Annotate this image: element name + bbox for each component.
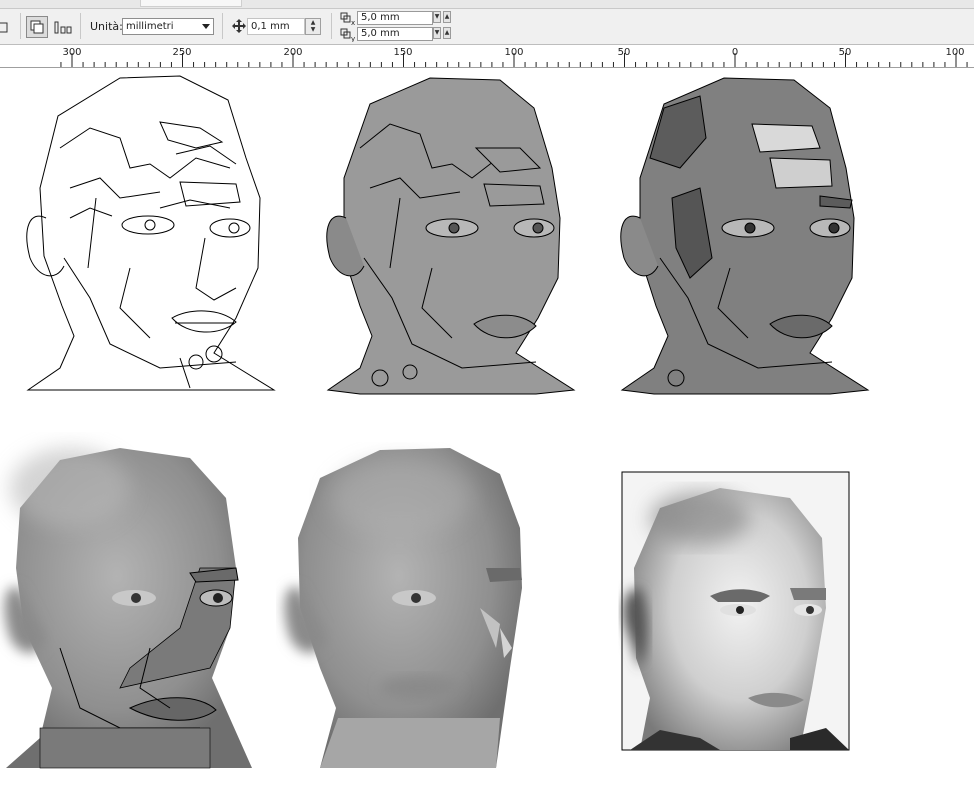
rectangle-icon[interactable] [0, 17, 14, 37]
property-bar: Unità: millimetri 0,1 mm ▲ ▼ x 5,0 mm ▼ … [0, 9, 974, 45]
align-icon[interactable] [52, 17, 76, 37]
units-label: Unità: [90, 20, 123, 33]
drawing-canvas[interactable] [0, 68, 974, 801]
duplicate-x-icon: x [340, 12, 356, 27]
ruler-label: 150 [393, 47, 413, 58]
separator [222, 13, 223, 39]
duplicate-y-label: y [351, 35, 355, 42]
face-partial-blend-panel[interactable] [4, 448, 252, 769]
face-tonal-fill-panel[interactable] [620, 77, 870, 395]
dropdown-arrow-icon [202, 24, 210, 29]
horizontal-ruler[interactable]: 300 250 200 150 100 50 0 50 100 [0, 45, 974, 68]
separator [20, 13, 21, 39]
duplicate-y-icon: y [340, 28, 356, 43]
ruler-label: 50 [617, 47, 631, 58]
ruler-label: 300 [62, 47, 82, 58]
duplicate-x-label: x [351, 19, 355, 26]
ruler-ticks [60, 53, 968, 67]
nudge-icon [231, 18, 247, 37]
separator [80, 13, 81, 39]
ruler-label: 100 [945, 47, 965, 58]
ruler-label: 0 [731, 47, 739, 58]
face-flat-fill-panel[interactable] [326, 77, 576, 395]
face-smooth-blend-panel[interactable] [284, 448, 522, 768]
artwork [4, 75, 870, 769]
duplicate-y-spin-up[interactable]: ▲ [443, 27, 451, 39]
ruler-label: 250 [172, 47, 192, 58]
duplicate-y-spin-down[interactable]: ▼ [433, 27, 441, 39]
separator [331, 13, 332, 39]
duplicate-object-icon[interactable] [26, 16, 48, 38]
units-select[interactable]: millimetri [122, 18, 214, 35]
nudge-distance-input[interactable]: 0,1 mm [247, 18, 305, 35]
duplicate-distance-x-input[interactable]: 5,0 mm [357, 11, 433, 25]
units-select-value: millimetri [126, 21, 174, 32]
ruler-label: 50 [838, 47, 852, 58]
spin-up-icon[interactable]: ▲ [306, 19, 320, 26]
document-tab[interactable] [140, 0, 242, 7]
nudge-spinner[interactable]: ▲ ▼ [305, 18, 321, 35]
duplicate-x-spin-down[interactable]: ▼ [433, 11, 441, 23]
spin-down-icon[interactable]: ▼ [306, 26, 320, 33]
face-outline-panel[interactable] [26, 75, 276, 391]
duplicate-distance-y-input[interactable]: 5,0 mm [357, 27, 433, 41]
document-tab-strip [0, 0, 974, 9]
duplicate-x-spin-up[interactable]: ▲ [443, 11, 451, 23]
ruler-label: 100 [504, 47, 524, 58]
ruler-label: 200 [283, 47, 303, 58]
face-final-render-panel[interactable] [621, 471, 850, 751]
